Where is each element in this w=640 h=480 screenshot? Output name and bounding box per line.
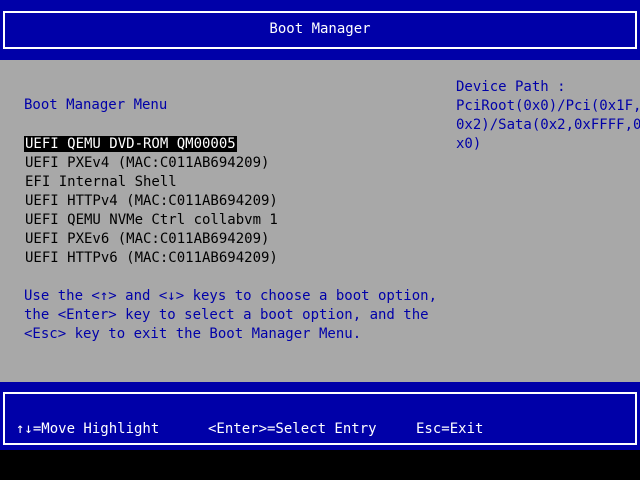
boot-option-label: UEFI PXEv4 (MAC:C011AB694209) [25,155,270,171]
device-path-line: 0x2)/Sata(0x2,0xFFFF,0 [456,117,640,133]
boot-option-httpv6[interactable]: UEFI HTTPv6 (MAC:C011AB694209) [24,249,279,268]
footer-select-hint: <Enter>=Select Entry [208,421,377,437]
page-title: Boot Manager [269,21,371,37]
device-path-line: PciRoot(0x0)/Pci(0x1F, [456,98,640,114]
help-line: <Esc> key to exit the Boot Manager Menu. [24,326,362,342]
boot-option-nvme[interactable]: UEFI QEMU NVMe Ctrl collabvm 1 [24,211,279,230]
boot-option-label: UEFI PXEv6 (MAC:C011AB694209) [25,231,270,247]
help-line: the <Enter> key to select a boot option,… [24,307,429,323]
boot-option-label: UEFI HTTPv4 (MAC:C011AB694209) [25,193,278,209]
help-text: Use the <↑> and <↓> keys to choose a boo… [24,287,437,344]
boot-option-dvd-rom[interactable]: UEFI QEMU DVD-ROM QM00005 [24,135,279,154]
footer-move-hint: ↑↓=Move Highlight [16,421,160,437]
boot-option-httpv4[interactable]: UEFI HTTPv4 (MAC:C011AB694209) [24,192,279,211]
boot-option-efi-shell[interactable]: EFI Internal Shell [24,173,279,192]
device-path-panel: Device Path : PciRoot(0x0)/Pci(0x1F, 0x2… [456,78,640,154]
boot-option-label: EFI Internal Shell [25,174,177,190]
boot-option-label: UEFI HTTPv6 (MAC:C011AB694209) [25,250,278,266]
boot-option-label: UEFI QEMU DVD-ROM QM00005 [24,136,237,152]
boot-option-pxev6[interactable]: UEFI PXEv6 (MAC:C011AB694209) [24,230,279,249]
bottom-strip [0,450,640,480]
device-path-label: Device Path : [456,79,566,95]
device-path-line: x0) [456,136,482,152]
footer-bar [0,382,640,450]
menu-title: Boot Manager Menu [24,97,168,113]
boot-option-pxev4[interactable]: UEFI PXEv4 (MAC:C011AB694209) [24,154,279,173]
help-line: Use the <↑> and <↓> keys to choose a boo… [24,288,438,304]
boot-option-list: UEFI QEMU DVD-ROM QM00005 UEFI PXEv4 (MA… [24,135,279,268]
boot-option-label: UEFI QEMU NVMe Ctrl collabvm 1 [25,212,278,228]
footer-exit-hint: Esc=Exit [416,421,484,437]
